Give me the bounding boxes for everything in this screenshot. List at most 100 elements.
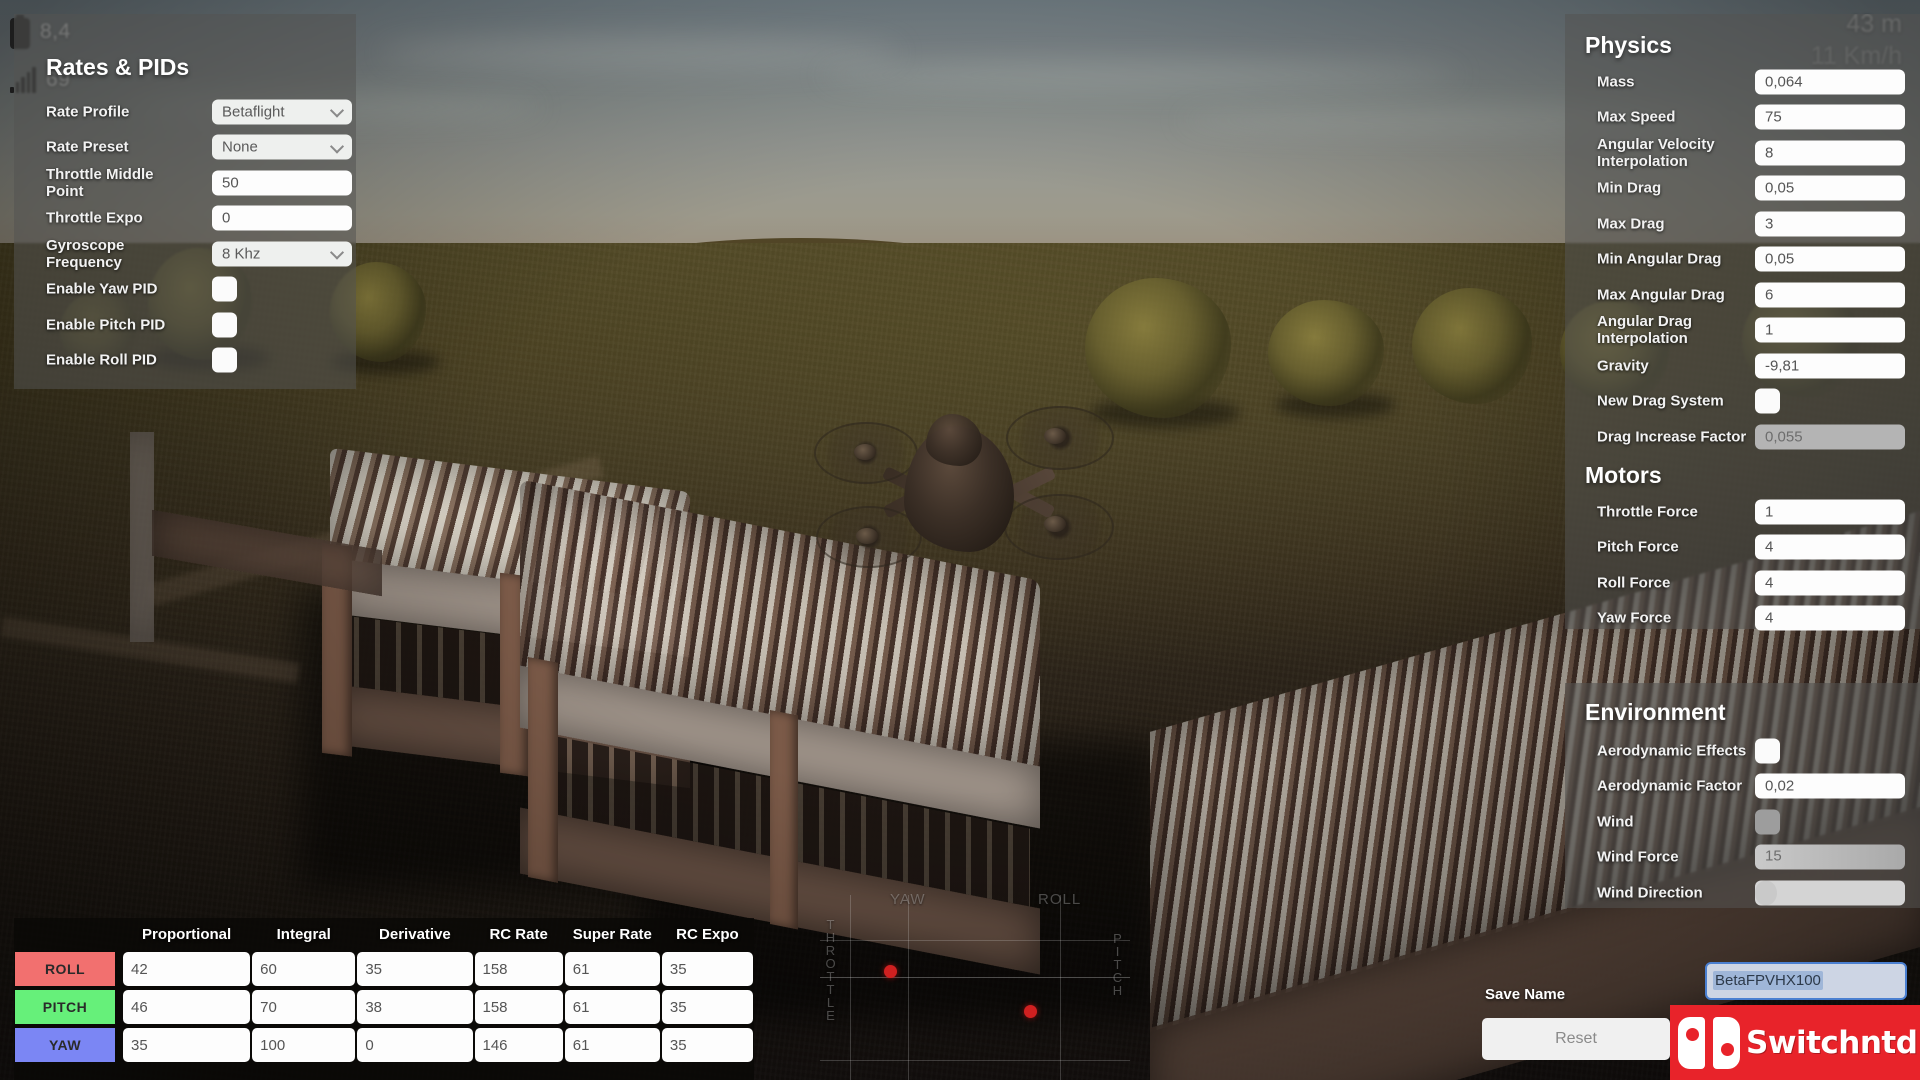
label-throttle-expo: Throttle Expo [46,209,143,227]
input-min-drag[interactable] [1755,175,1905,201]
label-max-angular-drag: Max Angular Drag [1597,286,1725,304]
select-rate-profile[interactable]: Betaflight [212,99,352,125]
input-angular-velocity-interpolation[interactable] [1755,140,1905,166]
field-row-new-drag-system: New Drag System [1565,384,1920,420]
pid-input-pitch-rc-expo[interactable] [661,990,753,1024]
yaw-axis-label: YAW [890,891,926,908]
chevron-down-icon [329,139,345,154]
field-row-aerodynamic-factor: Aerodynamic Factor [1565,769,1920,805]
pid-input-roll-rc-rate[interactable] [474,952,563,986]
input-mass[interactable] [1755,69,1905,95]
field-row-wind: Wind [1565,804,1920,840]
checkbox-enable-roll-pid[interactable] [212,347,237,373]
pid-cell-yaw-derivative [356,1026,473,1064]
overlay-gridline [820,940,1130,941]
field-row-throttle-middle-point: Throttle Middle Point [14,165,356,201]
input-throttle-expo[interactable] [212,205,352,231]
pid-input-pitch-super-rate[interactable] [564,990,660,1024]
motors-panel-title: Motors [1585,462,1662,488]
pid-input-yaw-proportional[interactable] [123,1028,251,1062]
field-row-enable-pitch-pid: Enable Pitch PID [14,307,356,343]
pid-input-pitch-proportional[interactable] [123,990,251,1024]
field-row-pitch-force: Pitch Force [1565,530,1920,566]
pid-input-pitch-integral[interactable] [252,990,356,1024]
input-throttle-middle-point[interactable] [212,170,352,196]
checkbox-enable-pitch-pid[interactable] [212,312,237,338]
overlay-gridline [850,895,851,1080]
pid-column-header-derivative: Derivative [379,925,451,943]
environment-panel: Environment Aerodynamic Effects Aerodynam… [1565,683,1920,908]
pid-cell-roll-rc-expo [661,950,754,988]
slider-thumb-wind-direction[interactable] [1755,880,1777,906]
input-throttle-force[interactable] [1755,499,1905,525]
input-max-speed[interactable] [1755,104,1905,130]
input-roll-force[interactable] [1755,570,1905,596]
pid-input-roll-proportional[interactable] [123,952,251,986]
cloud [380,36,900,70]
input-gravity[interactable] [1755,353,1905,379]
drone-motor [856,528,878,544]
pid-row-roll: ROLL [14,950,754,988]
field-row-rate-preset: Rate Preset None [14,130,356,166]
field-row-rate-profile: Rate Profile Betaflight [14,94,356,130]
slider-wind-direction[interactable] [1755,880,1905,906]
field-row-enable-roll-pid: Enable Roll PID [14,343,356,379]
input-pitch-force[interactable] [1755,534,1905,560]
rates-panel-title: Rates & PIDs [46,54,190,80]
checkbox-aerodynamic-effects[interactable] [1755,738,1780,764]
select-gyroscope-frequency[interactable]: 8 Khz [212,241,352,267]
pid-input-pitch-derivative[interactable] [357,990,473,1024]
site-watermark: Switchntd.com [1670,1005,1920,1080]
pid-column-header-integral: Integral [276,925,331,943]
input-max-drag[interactable] [1755,211,1905,237]
field-row-throttle-expo: Throttle Expo [14,201,356,237]
label-max-speed: Max Speed [1597,108,1676,126]
pid-input-pitch-rc-rate[interactable] [474,990,563,1024]
checkbox-enable-yaw-pid[interactable] [212,276,237,302]
pid-cell-roll-derivative [356,950,473,988]
pid-table-body: ROLL PITCH YAW [14,950,754,1064]
drone-motor [1044,516,1066,532]
input-aerodynamic-factor[interactable] [1755,773,1905,799]
input-max-angular-drag[interactable] [1755,282,1905,308]
field-row-max-drag: Max Drag [1565,206,1920,242]
pid-input-yaw-integral[interactable] [252,1028,356,1062]
pid-cell-yaw-super-rate [564,1026,661,1064]
label-aerodynamic-effects: Aerodynamic Effects [1597,742,1747,760]
select-value-gyroscope-frequency: 8 Khz [222,245,261,263]
input-min-angular-drag[interactable] [1755,246,1905,272]
tree [1085,278,1231,418]
field-row-gyroscope-frequency: Gyroscope Frequency 8 Khz [14,236,356,272]
reset-button[interactable]: Reset [1482,1018,1670,1060]
label-pitch-force: Pitch Force [1597,538,1679,556]
checkbox-new-drag-system[interactable] [1755,388,1780,414]
pid-input-roll-super-rate[interactable] [564,952,660,986]
overlay-gridline [820,1060,1130,1061]
field-row-min-drag: Min Drag [1565,171,1920,207]
physics-panel-title: Physics [1585,32,1672,58]
save-name-input[interactable] [1705,962,1907,1000]
pid-tuning-table: Proportional Integral Derivative RC Rate Sup… [14,918,754,1064]
input-angular-drag-interpolation[interactable] [1755,317,1905,343]
pid-input-roll-rc-expo[interactable] [661,952,753,986]
pid-input-yaw-rc-expo[interactable] [661,1028,753,1062]
pid-tuning-table-panel: Proportional Integral Derivative RC Rate Sup… [14,918,754,1080]
pid-cell-roll-super-rate [564,950,661,988]
input-yaw-force[interactable] [1755,605,1905,631]
pid-table-corner-cell [14,918,122,950]
field-row-max-angular-drag: Max Angular Drag [1565,277,1920,313]
roll-axis-label: ROLL [1038,891,1082,908]
pid-axis-cell: YAW [14,1026,122,1064]
pid-input-roll-integral[interactable] [252,952,356,986]
pid-input-roll-derivative[interactable] [357,952,473,986]
label-gravity: Gravity [1597,357,1649,375]
label-enable-roll-pid: Enable Roll PID [46,351,157,369]
select-value-rate-profile: Betaflight [222,103,285,121]
select-rate-preset[interactable]: None [212,134,352,160]
pid-input-yaw-rc-rate[interactable] [474,1028,563,1062]
pid-input-yaw-derivative[interactable] [357,1028,473,1062]
field-row-mass: Mass [1565,64,1920,100]
pid-input-yaw-super-rate[interactable] [564,1028,660,1062]
boundary-wall [130,432,154,642]
label-enable-pitch-pid: Enable Pitch PID [46,316,166,334]
